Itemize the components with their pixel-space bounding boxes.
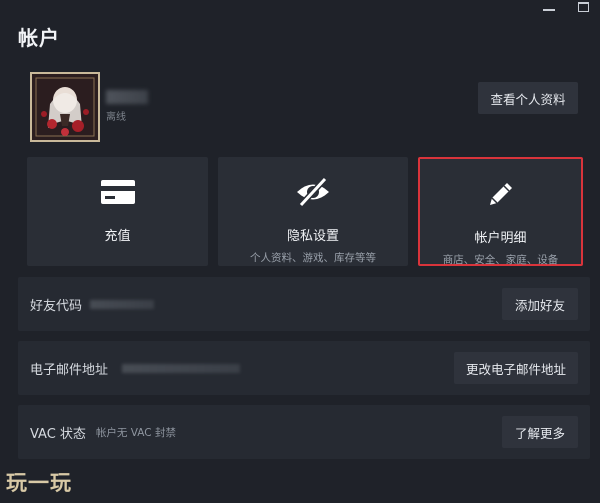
- profile-summary: 离线: [30, 72, 148, 142]
- username-redacted: [106, 90, 148, 104]
- add-friend-button[interactable]: 添加好友: [502, 288, 578, 320]
- avatar[interactable]: [30, 72, 100, 142]
- page-title: 帐户: [18, 26, 60, 50]
- pencil-icon: [486, 179, 516, 209]
- watermark: 玩一玩: [6, 471, 72, 495]
- vac-status-row: VAC 状态 帐户无 VAC 封禁 了解更多: [18, 405, 590, 459]
- account-details-card[interactable]: 帐户明细 商店、安全、家庭、设备: [418, 157, 583, 266]
- view-profile-button[interactable]: 查看个人资料: [478, 82, 578, 114]
- minimize-button[interactable]: [532, 0, 566, 16]
- privacy-settings-card[interactable]: 隐私设置 个人资料、游戏、库存等等: [218, 157, 408, 266]
- card-subtitle: 个人资料、游戏、库存等等: [250, 252, 376, 264]
- maximize-icon: [577, 2, 589, 12]
- friend-code-label: 好友代码: [30, 298, 83, 314]
- maximize-button[interactable]: [566, 0, 600, 16]
- friend-code-row: 好友代码 添加好友: [18, 277, 590, 331]
- card-subtitle: 商店、安全、家庭、设备: [442, 254, 559, 266]
- learn-more-button[interactable]: 了解更多: [502, 416, 578, 448]
- vac-value: 帐户无 VAC 封禁: [95, 426, 176, 439]
- card-title: 帐户明细: [474, 231, 527, 246]
- friend-code-redacted: [90, 300, 154, 309]
- vac-status: VAC 状态 帐户无 VAC 封禁: [30, 405, 176, 459]
- card-icon: [100, 177, 135, 207]
- minimize-icon: [543, 9, 555, 11]
- window-controls: [532, 0, 600, 16]
- email-row: 电子邮件地址 更改电子邮件地址: [18, 341, 590, 395]
- card-title: 充值: [104, 229, 131, 244]
- change-email-button[interactable]: 更改电子邮件地址: [454, 352, 578, 384]
- email-label: 电子邮件地址: [30, 362, 109, 378]
- online-status: 离线: [106, 112, 126, 123]
- eye-slash-icon: [295, 177, 331, 207]
- vac-label: VAC 状态: [30, 426, 86, 442]
- email-redacted: [122, 364, 240, 373]
- card-title: 隐私设置: [286, 229, 339, 244]
- add-funds-card[interactable]: 充值: [27, 157, 208, 266]
